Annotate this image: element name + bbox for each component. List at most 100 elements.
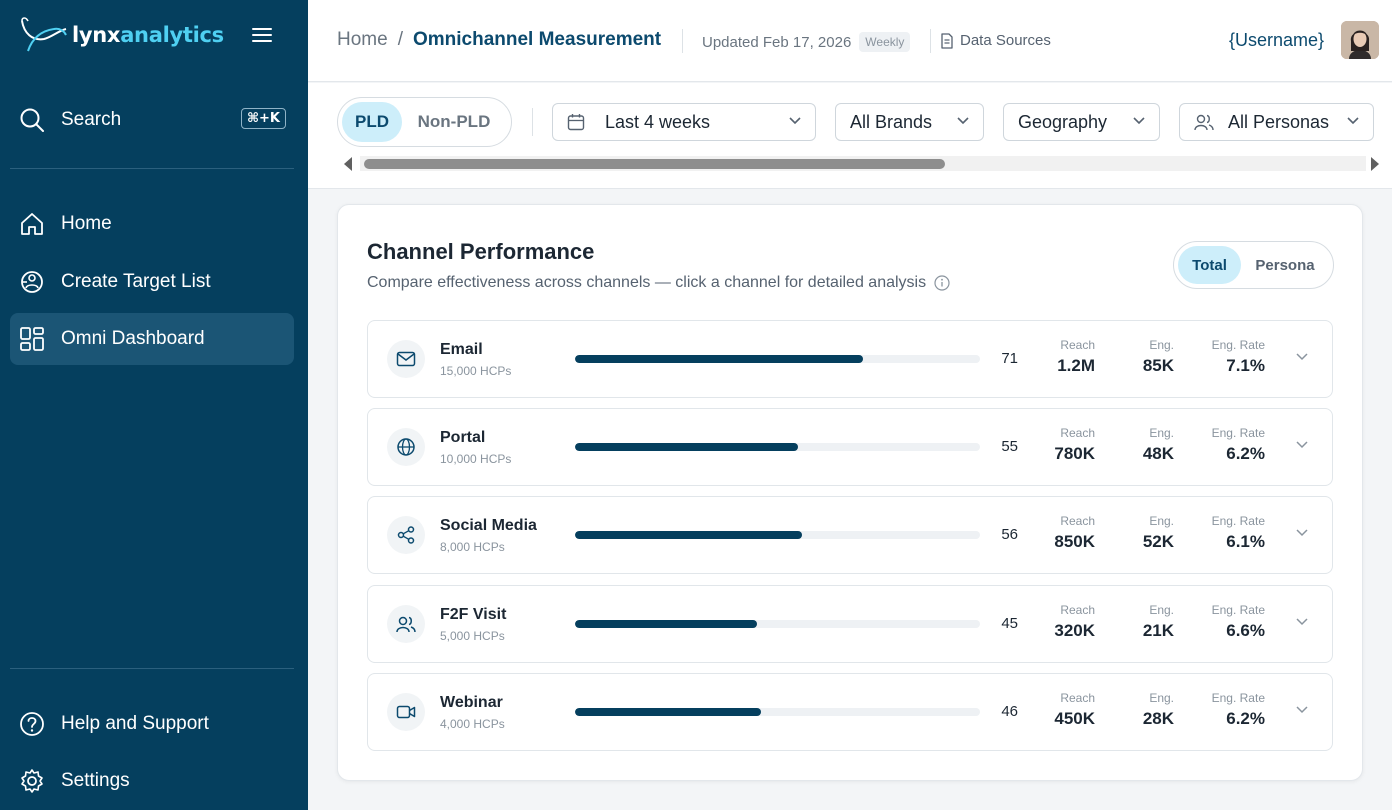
logo-text-part2: analytics (120, 23, 224, 47)
sidebar-item-label: Create Target List (61, 271, 211, 292)
pld-segmented-control: PLD Non-PLD (337, 97, 512, 147)
globe-icon (387, 428, 425, 466)
reach-metric: Reach 780K (1028, 426, 1095, 464)
scrollbar-thumb[interactable] (364, 159, 945, 169)
engagement-rate-metric: Eng. Rate 6.1% (1194, 514, 1265, 552)
page-title: Omnichannel Measurement (412, 29, 662, 50)
channel-score-bar (575, 443, 980, 451)
chevron-down-icon[interactable] (1296, 529, 1308, 537)
engagement-label: Eng. (1149, 691, 1174, 705)
mail-icon (387, 340, 425, 378)
sidebar-item-omni-dashboard[interactable]: Omni Dashboard (10, 313, 294, 365)
toggle-persona[interactable]: Persona (1241, 246, 1329, 284)
search-button[interactable]: Search ⌘+K (10, 94, 294, 146)
engagement-rate-metric: Eng. Rate 6.2% (1194, 426, 1265, 464)
channel-score: 46 (1001, 703, 1018, 720)
sidebar-item-create-target-list[interactable]: Create Target List (10, 256, 294, 308)
reach-label: Reach (1060, 426, 1095, 440)
channel-score-bar-fill (575, 708, 762, 716)
channel-row[interactable]: Social Media 8,000 HCPs 56 Reach 850K Eng. 52K… (367, 496, 1333, 574)
channel-name: Social Media (440, 517, 537, 534)
gear-icon (18, 767, 46, 795)
sidebar-item-home[interactable]: Home (10, 198, 294, 250)
channel-row[interactable]: Portal 10,000 HCPs 55 Reach 780K Eng. 48K Eng. … (367, 408, 1333, 486)
target-list-icon (18, 268, 46, 296)
card-subtitle: Compare effectiveness across channels — … (367, 274, 950, 292)
avatar[interactable] (1341, 21, 1379, 59)
engagement-label: Eng. (1149, 338, 1174, 352)
reach-metric: Reach 320K (1028, 603, 1095, 641)
top-header: Home / Omnichannel Measurement Updated F… (308, 0, 1392, 82)
date-range-dropdown[interactable]: Last 4 weeks (552, 103, 816, 141)
channel-performance-card: Channel Performance Compare effectivenes… (337, 204, 1363, 781)
reach-value: 850K (1054, 532, 1095, 551)
channel-score-bar (575, 620, 980, 628)
date-range-value: Last 4 weeks (605, 111, 711, 132)
brands-dropdown[interactable]: All Brands (835, 103, 984, 141)
channel-name: F2F Visit (440, 606, 507, 623)
search-icon (18, 106, 46, 134)
personas-value: All Personas (1228, 111, 1330, 132)
engagement-metric: Eng. 52K (1115, 514, 1174, 552)
channel-score-bar (575, 708, 980, 716)
chevron-down-icon (789, 117, 801, 125)
channel-hcp-count: 4,000 HCPs (440, 717, 505, 731)
scroll-left-arrow-icon[interactable] (343, 157, 353, 171)
username[interactable]: {Username} (1229, 30, 1324, 51)
sidebar: lynxanalytics Search ⌘+K Home Create Tar… (0, 0, 308, 810)
segment-non-pld[interactable]: Non-PLD (402, 102, 506, 142)
sidebar-item-settings[interactable]: Settings (10, 755, 294, 807)
channel-row[interactable]: F2F Visit 5,000 HCPs 45 Reach 320K Eng. 21K Eng… (367, 585, 1333, 663)
frequency-badge: Weekly (859, 32, 911, 52)
engagement-rate-value: 6.6% (1226, 621, 1265, 640)
sidebar-item-label: Omni Dashboard (61, 328, 205, 349)
channel-name: Email (440, 341, 483, 358)
card-subtitle-text: Compare effectiveness across channels — … (367, 274, 927, 291)
video-icon (387, 693, 425, 731)
chevron-down-icon (1133, 117, 1145, 125)
breadcrumb-separator: / (397, 29, 403, 50)
engagement-metric: Eng. 48K (1115, 426, 1174, 464)
filter-bar: PLD Non-PLD Last 4 weeks All Brands Geog… (308, 83, 1392, 189)
channel-row[interactable]: Webinar 4,000 HCPs 46 Reach 450K Eng. 28K Eng. … (367, 673, 1333, 751)
engagement-rate-metric: Eng. Rate 7.1% (1194, 338, 1265, 376)
sidebar-item-label: Home (61, 213, 112, 234)
segment-pld[interactable]: PLD (342, 102, 402, 142)
menu-toggle-icon[interactable] (252, 28, 272, 44)
sidebar-item-label: Settings (61, 770, 130, 791)
personas-dropdown[interactable]: All Personas (1179, 103, 1374, 141)
engagement-metric: Eng. 85K (1115, 338, 1174, 376)
logo[interactable]: lynxanalytics (18, 14, 224, 56)
channel-row[interactable]: Email 15,000 HCPs 71 Reach 1.2M Eng. 85K Eng. R… (367, 320, 1333, 398)
engagement-label: Eng. (1149, 514, 1174, 528)
channel-hcp-count: 5,000 HCPs (440, 629, 505, 643)
dashboard-icon (18, 325, 46, 353)
chevron-down-icon[interactable] (1296, 441, 1308, 449)
geography-dropdown[interactable]: Geography (1003, 103, 1160, 141)
data-sources-link[interactable]: Data Sources (940, 32, 1051, 49)
channel-score-bar (575, 355, 980, 363)
breadcrumb: Home / Omnichannel Measurement (337, 29, 661, 51)
engagement-label: Eng. (1149, 426, 1174, 440)
toggle-total[interactable]: Total (1178, 246, 1241, 284)
search-shortcut: ⌘+K (240, 108, 286, 129)
engagement-value: 21K (1142, 621, 1174, 640)
engagement-rate-label: Eng. Rate (1211, 603, 1265, 617)
reach-metric: Reach 450K (1028, 691, 1095, 729)
chevron-down-icon[interactable] (1296, 353, 1308, 361)
filter-divider (532, 108, 533, 136)
info-icon[interactable] (934, 275, 950, 291)
reach-metric: Reach 850K (1028, 514, 1095, 552)
users-icon (387, 605, 425, 643)
chevron-down-icon[interactable] (1296, 706, 1308, 714)
horizontal-scrollbar[interactable] (360, 156, 1366, 171)
users-icon (1194, 114, 1214, 131)
channel-name: Webinar (440, 694, 503, 711)
scroll-right-arrow-icon[interactable] (1370, 157, 1380, 171)
updated-text: Updated Feb 17, 2026 (702, 33, 852, 51)
chevron-down-icon[interactable] (1296, 618, 1308, 626)
breadcrumb-home-link[interactable]: Home (337, 29, 388, 51)
calendar-icon (567, 114, 585, 131)
sidebar-item-help[interactable]: Help and Support (10, 698, 294, 750)
engagement-rate-value: 7.1% (1226, 356, 1265, 375)
